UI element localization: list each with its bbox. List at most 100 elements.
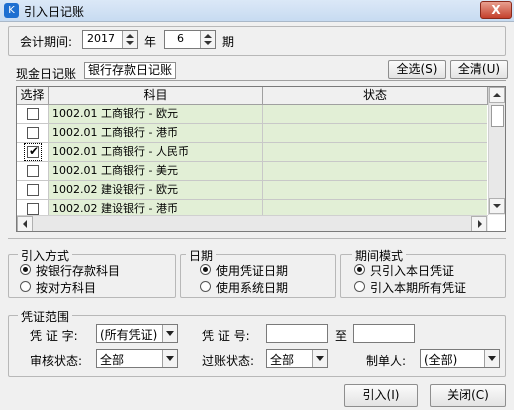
radio-voucher-date[interactable] [200, 264, 211, 275]
checkmark-icon: ✔ [29, 144, 40, 158]
posting-status-select[interactable]: 全部 [266, 349, 328, 368]
year-unit: 年 [144, 35, 157, 49]
row-select-cell[interactable] [17, 162, 49, 181]
status-cell [263, 143, 487, 162]
row-select-cell[interactable] [17, 105, 49, 124]
table-row[interactable]: 1002.01 工商银行 - 欧元 [17, 105, 487, 124]
arrow-right-icon [478, 220, 482, 228]
period-value: 6 [177, 32, 184, 45]
voucher-range-title: 凭证范围 [18, 308, 73, 325]
table-row[interactable]: 1002.02 建设银行 - 欧元 [17, 181, 487, 200]
column-header-subject: 科目 [49, 87, 263, 105]
voucher-word-select[interactable]: (所有凭证) [96, 324, 178, 343]
row-checkbox[interactable] [27, 184, 39, 196]
close-button[interactable]: 关闭(C) [430, 384, 506, 407]
row-checkbox[interactable] [27, 165, 39, 177]
radio-period-vouchers[interactable] [354, 281, 365, 292]
close-window-button[interactable]: X [480, 1, 512, 19]
audit-status-select[interactable]: 全部 [96, 349, 178, 368]
to-label: 至 [335, 329, 348, 343]
radio-system-date[interactable] [200, 281, 211, 292]
row-select-cell[interactable] [17, 181, 49, 200]
column-header-status: 状态 [263, 87, 488, 105]
date-title: 日期 [186, 247, 217, 264]
horizontal-scrollbar[interactable] [17, 215, 488, 231]
radio-by-bank-subject[interactable] [20, 264, 31, 275]
tab-divider [16, 80, 506, 81]
voucher-word-value: (所有凭证) [100, 328, 158, 342]
status-cell [263, 181, 487, 200]
table-row[interactable]: ✔ 1002.01 工商银行 - 人民币 [17, 143, 487, 162]
arrow-up-icon [493, 93, 501, 97]
period-label: 会计期间: [20, 35, 73, 49]
radio-today-vouchers[interactable] [354, 264, 365, 275]
chevron-down-icon[interactable] [162, 325, 177, 342]
select-all-button[interactable]: 全选(S) [388, 60, 446, 79]
title-bar: K 引入日记账 X [0, 0, 514, 22]
radio-by-bank-subject-label[interactable]: 按银行存款科目 [36, 262, 120, 279]
column-header-select: 选择 [17, 87, 49, 105]
year-value: 2017 [87, 32, 115, 45]
row-select-cell[interactable]: ✔ [17, 143, 49, 162]
audit-status-value: 全部 [100, 353, 125, 367]
year-spin-arrows[interactable] [122, 31, 137, 48]
posting-status-label: 过账状态: [202, 354, 255, 368]
period-stepper[interactable]: 6 [164, 30, 216, 49]
spin-down-icon[interactable] [126, 41, 134, 45]
row-checkbox[interactable] [27, 203, 39, 215]
status-cell [263, 105, 487, 124]
scroll-right-button[interactable] [471, 216, 487, 231]
chevron-down-icon[interactable] [162, 350, 177, 367]
table-row[interactable]: 1002.02 建设银行 - 港币 [17, 200, 487, 215]
subject-cell: 1002.02 建设银行 - 港币 [49, 200, 263, 215]
tab-bank-journal[interactable]: 银行存款日记账 [84, 62, 177, 79]
radio-voucher-date-label[interactable]: 使用凭证日期 [216, 262, 288, 279]
status-cell [263, 124, 487, 143]
row-select-cell[interactable] [17, 200, 49, 215]
row-select-cell[interactable] [17, 124, 49, 143]
voucher-no-label: 凭 证 号: [202, 329, 250, 343]
table-row[interactable]: 1002.01 工商银行 - 港币 [17, 124, 487, 143]
chevron-down-icon[interactable] [312, 350, 327, 367]
clear-all-button[interactable]: 全清(U) [450, 60, 508, 79]
subject-cell: 1002.01 工商银行 - 港币 [49, 124, 263, 143]
scroll-thumb[interactable] [491, 105, 504, 127]
vertical-scrollbar[interactable] [488, 87, 505, 215]
arrow-left-icon [23, 220, 27, 228]
row-checkbox[interactable] [27, 127, 39, 139]
voucher-no-to-field[interactable] [353, 324, 415, 343]
period-spin-arrows[interactable] [200, 31, 215, 48]
status-cell [263, 200, 487, 215]
section-divider [8, 238, 506, 239]
spin-up-icon[interactable] [126, 34, 134, 38]
scroll-up-button[interactable] [489, 87, 505, 103]
row-checkbox-checked[interactable]: ✔ [24, 143, 42, 161]
spin-down-icon[interactable] [204, 41, 212, 45]
app-icon: K [4, 3, 19, 18]
radio-by-counter-subject-label[interactable]: 按对方科目 [36, 279, 96, 296]
row-checkbox[interactable] [27, 108, 39, 120]
subject-cell: 1002.01 工商银行 - 美元 [49, 162, 263, 181]
arrow-down-icon [493, 204, 501, 208]
voucher-no-from-field[interactable] [266, 324, 328, 343]
maker-value: (全部) [424, 353, 458, 367]
radio-by-counter-subject[interactable] [20, 281, 31, 292]
scroll-down-button[interactable] [489, 198, 505, 214]
spin-up-icon[interactable] [204, 34, 212, 38]
window-title: 引入日记账 [24, 5, 85, 19]
table-row[interactable]: 1002.01 工商银行 - 美元 [17, 162, 487, 181]
status-cell [263, 162, 487, 181]
year-stepper[interactable]: 2017 [82, 30, 138, 49]
radio-period-vouchers-label[interactable]: 引入本期所有凭证 [370, 279, 466, 296]
scroll-left-button[interactable] [17, 216, 33, 231]
radio-today-vouchers-label[interactable]: 只引入本日凭证 [370, 262, 454, 279]
chevron-down-icon[interactable] [484, 350, 499, 367]
radio-system-date-label[interactable]: 使用系统日期 [216, 279, 288, 296]
posting-status-value: 全部 [270, 353, 295, 367]
import-button[interactable]: 引入(I) [344, 384, 418, 407]
subject-cell: 1002.01 工商银行 - 欧元 [49, 105, 263, 124]
subject-cell: 1002.01 工商银行 - 人民币 [49, 143, 263, 162]
voucher-word-label: 凭 证 字: [30, 329, 78, 343]
maker-select[interactable]: (全部) [420, 349, 500, 368]
subject-grid: 选择 科目 状态 1002.01 工商银行 - 欧元 1002.01 工商银行 … [16, 86, 506, 232]
